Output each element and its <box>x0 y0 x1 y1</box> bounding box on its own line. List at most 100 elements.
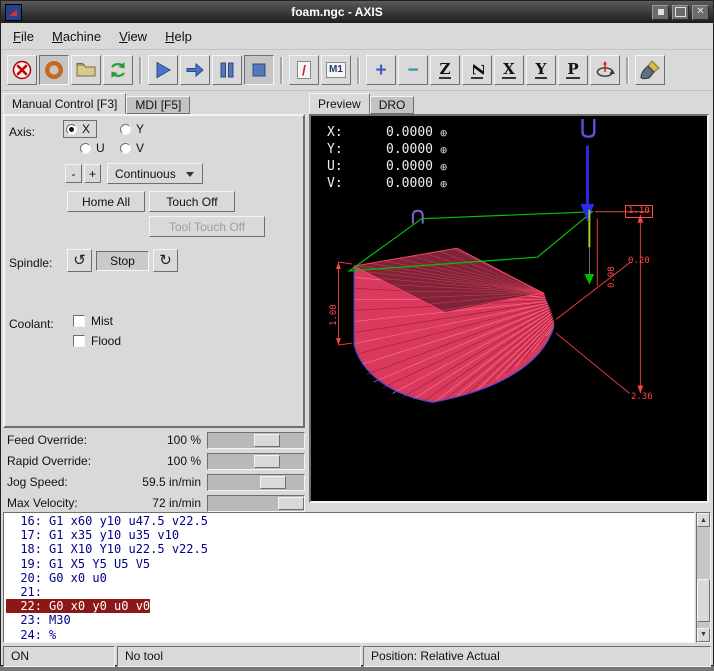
spindle-cw-icon: ↻ <box>159 253 172 268</box>
tab-mdi[interactable]: MDI [F5] <box>126 96 190 114</box>
estop-button[interactable] <box>7 55 37 85</box>
toolbar-separator <box>357 57 360 84</box>
scrollbar-trough[interactable] <box>697 527 710 628</box>
close-button[interactable] <box>692 5 709 20</box>
slider-thumb[interactable] <box>260 476 286 489</box>
spindle-cw-button[interactable]: ↻ <box>153 249 178 272</box>
view-perspective-icon: P <box>566 62 579 79</box>
close-icon <box>696 7 704 17</box>
gcode-line[interactable]: 17:G1 x35 y10 u35 v10 <box>6 528 694 542</box>
view-y-button[interactable]: Y <box>526 55 556 85</box>
gcode-line[interactable]: 19:G1 X5 Y5 U5 V5 <box>6 557 694 571</box>
stop-button[interactable] <box>244 55 274 85</box>
slider-thumb[interactable] <box>254 455 280 468</box>
tab-preview[interactable]: Preview <box>309 93 370 114</box>
tool-touch-off-button: Tool Touch Off <box>149 216 265 237</box>
menubar: File Machine View Help <box>1 23 713 50</box>
view-z-button[interactable]: Z <box>430 55 460 85</box>
slider-thumb[interactable] <box>278 497 304 510</box>
axis-radio-x[interactable]: X <box>63 120 97 138</box>
open-folder-icon <box>75 59 97 81</box>
run-program-button[interactable] <box>148 55 178 85</box>
dimension-label: 0.98 <box>607 266 618 288</box>
slider-thumb[interactable] <box>254 434 280 447</box>
position-mode-cell: Position: Relative Actual <box>363 646 711 667</box>
zoom-out-button[interactable]: − <box>398 55 428 85</box>
gcode-section: 16:G1 x60 y10 u47.5 v22.5 17:G1 x35 y10 … <box>1 511 713 644</box>
zoom-in-icon: + <box>375 61 386 80</box>
radio-indicator-icon <box>120 124 131 135</box>
machine-power-button[interactable] <box>39 55 69 85</box>
jog-plus-button[interactable]: + <box>84 164 101 183</box>
spindle-ccw-button[interactable]: ↺ <box>67 249 92 272</box>
menu-help[interactable]: Help <box>156 25 201 48</box>
preview-canvas[interactable]: X: 0.0000 Y: 0.0000 U: 0.0000 <box>309 114 709 503</box>
machine-state-cell: ON <box>3 646 115 667</box>
jog-mode-dropdown[interactable]: Continuous <box>107 163 203 184</box>
dro-row-u: U: 0.0000 <box>327 158 447 175</box>
preview-tabs: Preview DRO <box>309 93 709 114</box>
axis-radio-v[interactable]: V <box>117 139 151 157</box>
gcode-listing[interactable]: 16:G1 x60 y10 u47.5 v22.5 17:G1 x35 y10 … <box>3 512 695 643</box>
gcode-line[interactable]: 24:% <box>6 628 694 642</box>
reload-icon <box>107 59 129 81</box>
maximize-button[interactable] <box>672 5 689 20</box>
run-step-button[interactable] <box>180 55 210 85</box>
clear-plot-button[interactable] <box>635 55 665 85</box>
view-perspective-button[interactable]: P <box>558 55 588 85</box>
rapid-override-slider[interactable] <box>207 453 305 470</box>
dimension-label: 0.20 <box>628 256 650 267</box>
open-file-button[interactable] <box>71 55 101 85</box>
view-z-rotated-button[interactable]: Z <box>462 55 492 85</box>
optional-pause-button[interactable]: M1 <box>321 55 351 85</box>
skip-lines-button[interactable]: / <box>289 55 319 85</box>
titlebar[interactable]: foam.ngc - AXIS <box>1 1 713 23</box>
reload-file-button[interactable] <box>103 55 133 85</box>
scroll-up-arrow[interactable] <box>697 513 710 527</box>
jog-speed-slider[interactable] <box>207 474 305 491</box>
gcode-scrollbar[interactable] <box>696 512 711 643</box>
view-x-button[interactable]: X <box>494 55 524 85</box>
spindle-stop-button[interactable]: Stop <box>96 251 149 271</box>
window-icon <box>5 4 22 21</box>
feed-override-slider[interactable] <box>207 432 305 449</box>
gcode-line[interactable]: 16:G1 x60 y10 u47.5 v22.5 <box>6 514 694 528</box>
touch-off-button[interactable]: Touch Off <box>149 191 235 212</box>
spindle-ccw-icon: ↺ <box>73 253 86 268</box>
gcode-line[interactable]: 21: <box>6 585 694 599</box>
minimize-button[interactable] <box>652 5 669 20</box>
rotate-icon <box>594 59 616 81</box>
scrollbar-thumb[interactable] <box>697 579 710 621</box>
max-velocity-slider[interactable] <box>207 495 305 512</box>
gcode-line[interactable]: 23:M30 <box>6 613 694 627</box>
flood-checkbox[interactable]: Flood <box>73 334 121 348</box>
m1-icon: M1 <box>326 62 346 78</box>
menu-machine[interactable]: Machine <box>43 25 110 48</box>
radio-indicator-icon <box>80 143 91 154</box>
zoom-in-button[interactable]: + <box>366 55 396 85</box>
tab-manual-control[interactable]: Manual Control [F3] <box>3 93 126 114</box>
axis-radio-u[interactable]: U <box>77 139 112 157</box>
menu-view[interactable]: View <box>110 25 156 48</box>
axis-unhomed-icon <box>440 160 447 174</box>
gcode-line-active[interactable]: 22:G0 x0 y0 u0 v0 <box>6 599 694 613</box>
mist-checkbox[interactable]: Mist <box>73 314 113 328</box>
scroll-down-arrow[interactable] <box>697 628 710 642</box>
rotate-view-button[interactable] <box>590 55 620 85</box>
skip-slash-icon: / <box>297 61 311 79</box>
dro-row-x: X: 0.0000 <box>327 124 447 141</box>
max-velocity-row: Max Velocity: 72 in/min <box>3 493 305 513</box>
menu-file[interactable]: File <box>4 25 43 48</box>
jog-minus-button[interactable]: - <box>65 164 82 183</box>
home-all-button[interactable]: Home All <box>67 191 145 212</box>
tool-info-cell: No tool <box>117 646 361 667</box>
play-icon <box>152 59 174 81</box>
tab-dro[interactable]: DRO <box>370 96 415 114</box>
gcode-line[interactable]: 20:G0 x0 u0 <box>6 571 694 585</box>
window-title: foam.ngc - AXIS <box>25 5 649 19</box>
manual-tabs: Manual Control [F3] MDI [F5] <box>3 93 305 114</box>
dro-row-v: V: 0.0000 <box>327 175 447 192</box>
pause-button[interactable] <box>212 55 242 85</box>
gcode-line[interactable]: 18:G1 X10 Y10 u22.5 v22.5 <box>6 542 694 556</box>
axis-radio-y[interactable]: Y <box>117 120 151 138</box>
